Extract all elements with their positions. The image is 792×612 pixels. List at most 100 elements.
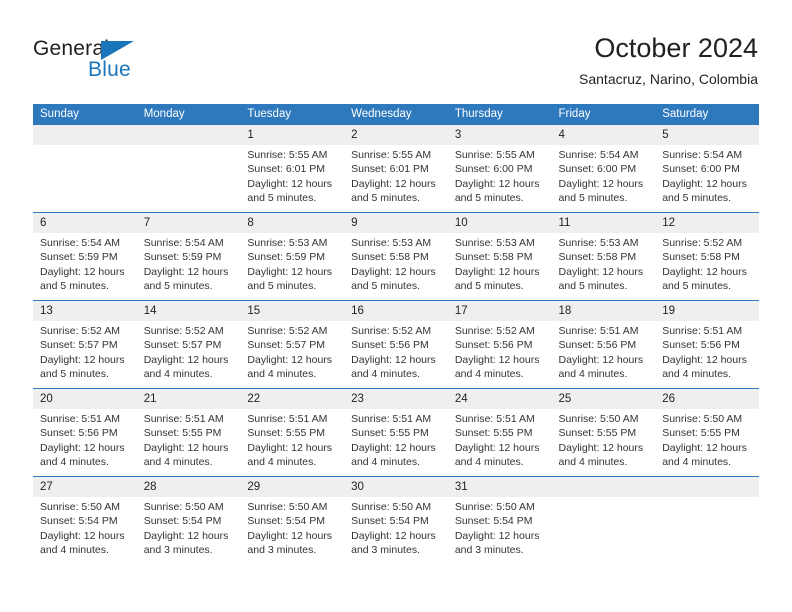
day-number[interactable]: 5	[655, 125, 759, 145]
day-number[interactable]: 15	[240, 300, 345, 321]
day-number[interactable]	[33, 125, 137, 145]
daylight-text-line1: Daylight: 12 hours	[454, 177, 540, 190]
day-cell[interactable]: Sunrise: 5:54 AM Sunset: 5:59 PM Dayligh…	[33, 233, 137, 301]
sunset-text: Sunset: 5:55 PM	[662, 427, 740, 440]
day-cell[interactable]: Sunrise: 5:51 AM Sunset: 5:55 PM Dayligh…	[136, 409, 241, 477]
day-number[interactable]	[136, 125, 241, 145]
daylight-text-line1: Daylight: 12 hours	[662, 265, 747, 278]
day-number[interactable]: 12	[655, 212, 759, 233]
day-number[interactable]: 26	[655, 388, 759, 409]
day-cell[interactable]: Sunrise: 5:50 AM Sunset: 5:55 PM Dayligh…	[655, 409, 759, 477]
daylight-text-line1: Daylight: 12 hours	[247, 529, 333, 542]
day-number[interactable]: 28	[136, 476, 241, 497]
day-cell[interactable]: Sunrise: 5:53 AM Sunset: 5:59 PM Dayligh…	[240, 233, 345, 301]
day-number[interactable]: 20	[33, 388, 137, 409]
day-cell[interactable]: Sunrise: 5:52 AM Sunset: 5:57 PM Dayligh…	[136, 321, 241, 389]
day-cell[interactable]: Sunrise: 5:54 AM Sunset: 6:00 PM Dayligh…	[655, 145, 759, 213]
title-block: October 2024 Santacruz, Narino, Colombia	[579, 32, 758, 88]
day-number[interactable]: 27	[33, 476, 137, 497]
sunset-text: Sunset: 5:55 PM	[143, 427, 222, 440]
daylight-text-line1: Daylight: 12 hours	[454, 529, 540, 542]
day-cell[interactable]: Sunrise: 5:51 AM Sunset: 5:56 PM Dayligh…	[551, 321, 656, 389]
day-cell[interactable]: Sunrise: 5:55 AM Sunset: 6:01 PM Dayligh…	[344, 145, 448, 213]
daylight-text-line2: and 4 minutes.	[454, 368, 524, 381]
day-cell[interactable]: Sunrise: 5:55 AM Sunset: 6:01 PM Dayligh…	[240, 145, 345, 213]
daylight-text-line2: and 4 minutes.	[247, 368, 317, 381]
day-number[interactable]: 21	[136, 388, 241, 409]
day-cell[interactable]: Sunrise: 5:52 AM Sunset: 5:58 PM Dayligh…	[655, 233, 759, 301]
day-number[interactable]: 25	[551, 388, 656, 409]
day-number[interactable]: 17	[447, 300, 552, 321]
day-cell[interactable]: Sunrise: 5:52 AM Sunset: 5:56 PM Dayligh…	[447, 321, 552, 389]
day-number[interactable]: 18	[551, 300, 656, 321]
day-number[interactable]: 2	[344, 125, 448, 145]
sunset-text: Sunset: 5:54 PM	[351, 515, 429, 528]
day-cell[interactable]: Sunrise: 5:51 AM Sunset: 5:55 PM Dayligh…	[447, 409, 552, 477]
day-cell[interactable]: Sunrise: 5:53 AM Sunset: 5:58 PM Dayligh…	[447, 233, 552, 301]
day-number[interactable]: 31	[447, 476, 552, 497]
day-cell[interactable]: Sunrise: 5:50 AM Sunset: 5:54 PM Dayligh…	[344, 497, 448, 564]
day-cell[interactable]: Sunrise: 5:53 AM Sunset: 5:58 PM Dayligh…	[344, 233, 448, 301]
day-cell[interactable]: Sunrise: 5:51 AM Sunset: 5:56 PM Dayligh…	[655, 321, 759, 389]
daylight-text-line1: Daylight: 12 hours	[351, 177, 436, 190]
day-number[interactable]: 30	[344, 476, 448, 497]
day-cell[interactable]: Sunrise: 5:51 AM Sunset: 5:55 PM Dayligh…	[240, 409, 345, 477]
day-cell[interactable]: Sunrise: 5:52 AM Sunset: 5:56 PM Dayligh…	[344, 321, 448, 389]
day-number[interactable]: 16	[344, 300, 448, 321]
day-number[interactable]	[551, 476, 656, 497]
sunrise-text: Sunrise: 5:54 AM	[662, 149, 743, 161]
day-number[interactable]: 6	[33, 212, 137, 233]
day-cell[interactable]	[33, 145, 137, 213]
day-number[interactable]	[655, 476, 759, 497]
sunset-text: Sunset: 5:56 PM	[662, 339, 740, 352]
day-number[interactable]: 19	[655, 300, 759, 321]
day-cell[interactable]: Sunrise: 5:55 AM Sunset: 6:00 PM Dayligh…	[447, 145, 552, 213]
general-blue-logo[interactable]: General Blue	[33, 37, 193, 87]
day-number[interactable]: 13	[33, 300, 137, 321]
day-number[interactable]: 8	[240, 212, 345, 233]
day-number[interactable]: 4	[551, 125, 656, 145]
day-number[interactable]: 10	[447, 212, 552, 233]
sunset-text: Sunset: 5:58 PM	[454, 251, 533, 264]
day-cell[interactable]: Sunrise: 5:50 AM Sunset: 5:54 PM Dayligh…	[447, 497, 552, 564]
daylight-text-line1: Daylight: 12 hours	[247, 353, 333, 366]
day-number[interactable]: 9	[344, 212, 448, 233]
day-cell[interactable]: Sunrise: 5:51 AM Sunset: 5:55 PM Dayligh…	[344, 409, 448, 477]
day-cell[interactable]: Sunrise: 5:50 AM Sunset: 5:54 PM Dayligh…	[240, 497, 345, 564]
day-cell[interactable]: Sunrise: 5:50 AM Sunset: 5:54 PM Dayligh…	[136, 497, 241, 564]
day-number[interactable]: 3	[447, 125, 552, 145]
day-cell[interactable]: Sunrise: 5:54 AM Sunset: 5:59 PM Dayligh…	[136, 233, 241, 301]
day-cell[interactable]: Sunrise: 5:52 AM Sunset: 5:57 PM Dayligh…	[33, 321, 137, 389]
sunrise-text: Sunrise: 5:51 AM	[558, 325, 639, 337]
daylight-text-line2: and 5 minutes.	[351, 192, 420, 205]
day-cell[interactable]	[136, 145, 241, 213]
sunrise-text: Sunrise: 5:54 AM	[558, 149, 639, 161]
day-cell[interactable]: Sunrise: 5:51 AM Sunset: 5:56 PM Dayligh…	[33, 409, 137, 477]
week-row-daynumbers: 20 21 22 23 24 25 26	[33, 388, 759, 409]
day-number[interactable]: 11	[551, 212, 656, 233]
day-number[interactable]: 14	[136, 300, 241, 321]
daylight-text-line2: and 5 minutes.	[143, 280, 213, 293]
day-number[interactable]: 7	[136, 212, 241, 233]
day-cell[interactable]	[655, 497, 759, 564]
day-cell[interactable]: Sunrise: 5:54 AM Sunset: 6:00 PM Dayligh…	[551, 145, 656, 213]
daylight-text-line2: and 5 minutes.	[662, 192, 732, 205]
sunrise-text: Sunrise: 5:52 AM	[662, 237, 743, 249]
day-cell[interactable]: Sunrise: 5:50 AM Sunset: 5:54 PM Dayligh…	[33, 497, 137, 564]
day-cell[interactable]: Sunrise: 5:53 AM Sunset: 5:58 PM Dayligh…	[551, 233, 656, 301]
day-number[interactable]: 22	[240, 388, 345, 409]
day-number[interactable]: 1	[240, 125, 345, 145]
day-number[interactable]: 24	[447, 388, 552, 409]
sunrise-text: Sunrise: 5:50 AM	[558, 413, 639, 425]
daylight-text-line1: Daylight: 12 hours	[662, 353, 747, 366]
calendar-body: 1 2 3 4 5 Sunrise: 5:55 AM Sunset: 6:01 …	[33, 125, 759, 564]
daylight-text-line2: and 4 minutes.	[143, 456, 213, 469]
sunrise-text: Sunrise: 5:53 AM	[454, 237, 535, 249]
day-cell[interactable]: Sunrise: 5:52 AM Sunset: 5:57 PM Dayligh…	[240, 321, 345, 389]
day-cell[interactable]: Sunrise: 5:50 AM Sunset: 5:55 PM Dayligh…	[551, 409, 656, 477]
day-cell[interactable]	[551, 497, 656, 564]
day-number[interactable]: 23	[344, 388, 448, 409]
sunset-text: Sunset: 6:00 PM	[662, 163, 740, 176]
sunset-text: Sunset: 5:59 PM	[143, 251, 222, 264]
day-number[interactable]: 29	[240, 476, 345, 497]
